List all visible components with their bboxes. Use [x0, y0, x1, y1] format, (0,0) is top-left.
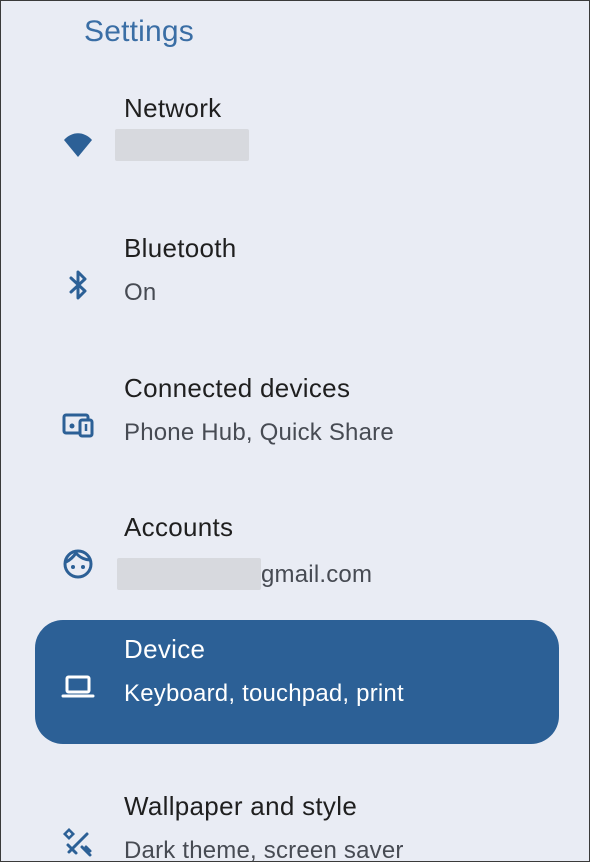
nav-item-bluetooth[interactable]: Bluetooth On [35, 219, 559, 343]
nav-item-subtitle: Dark theme, screen saver [124, 837, 404, 862]
nav-item-label: Wallpaper and style [124, 791, 358, 821]
nav-item-network[interactable]: Network [35, 79, 559, 203]
nav-item-label: Device [124, 634, 206, 664]
nav-item-subtitle: Keyboard, touchpad, print [124, 680, 404, 707]
nav-item-subtitle: Phone Hub, Quick Share [124, 419, 394, 446]
nav-item-label: Accounts [124, 512, 234, 542]
bluetooth-icon [60, 267, 96, 303]
nav-item-label: Bluetooth [124, 233, 237, 263]
settings-panel: Settings Network Bluetooth On Connected … [0, 0, 590, 862]
account-email-domain: gmail.com [261, 561, 373, 588]
nav-item-accounts[interactable]: Accounts gmail.com [35, 498, 559, 622]
nav-item-wallpaper-and-style[interactable]: Wallpaper and style Dark theme, screen s… [35, 777, 559, 862]
paint-brush-icon [60, 825, 96, 861]
laptop-icon [60, 668, 96, 704]
nav-item-label: Network [124, 93, 222, 123]
nav-item-device[interactable]: Device Keyboard, touchpad, print [35, 620, 559, 744]
account-face-icon [60, 546, 96, 582]
connected-devices-icon [60, 407, 96, 443]
nav-item-connected-devices[interactable]: Connected devices Phone Hub, Quick Share [35, 359, 559, 483]
account-email: gmail.com [117, 558, 372, 590]
wifi-icon [60, 127, 96, 163]
page-title: Settings [84, 15, 194, 48]
nav-item-label: Connected devices [124, 373, 351, 403]
nav-item-subtitle: On [124, 279, 157, 306]
network-name-redacted [115, 129, 249, 168]
